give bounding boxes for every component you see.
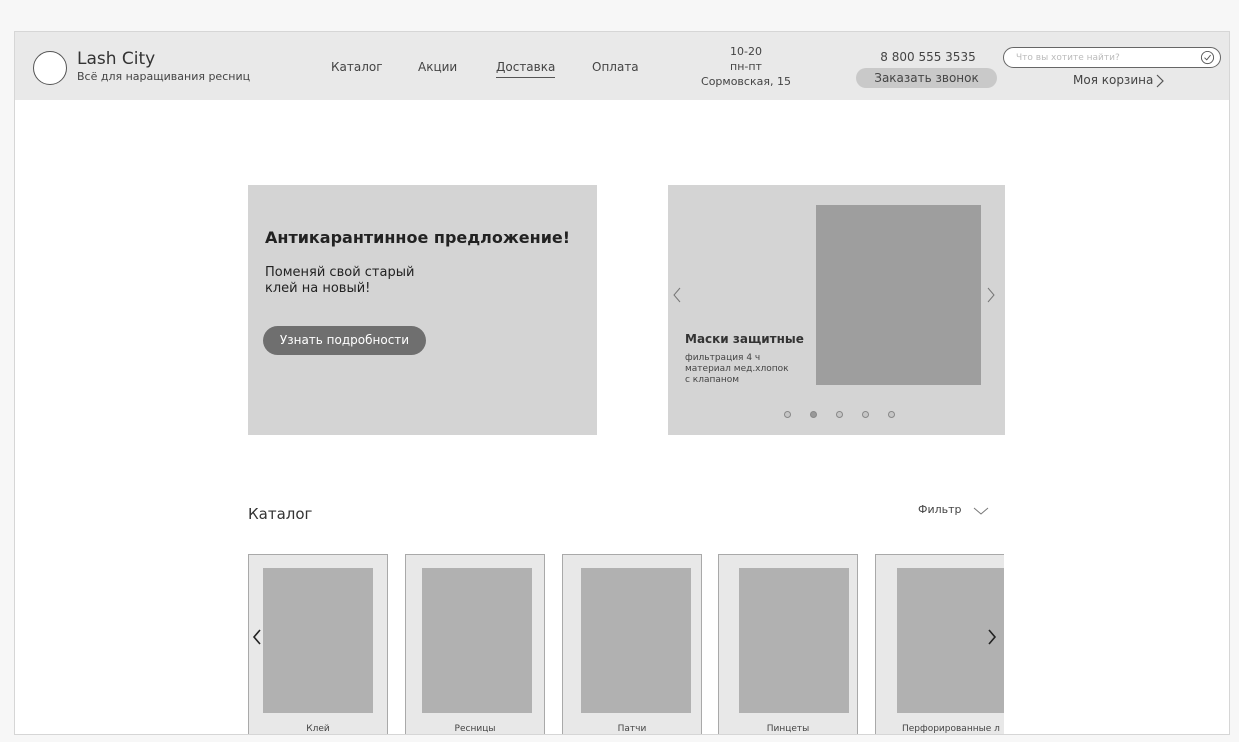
slide-title: Маски защитные <box>685 332 804 346</box>
catalog-title: Каталог <box>248 505 313 523</box>
promo-text-line: Поменяй свой старый <box>265 265 415 280</box>
card-label: Перфорированные л <box>902 724 1000 734</box>
filter-button[interactable]: Фильтр <box>918 503 962 516</box>
slider-dot[interactable] <box>888 411 895 418</box>
check-circle-icon[interactable] <box>1200 50 1215 65</box>
details-button[interactable]: Узнать подробности <box>263 326 426 355</box>
logo-icon[interactable] <box>33 51 67 85</box>
hours-time: 10-20 <box>730 45 762 58</box>
site-header: Lash City Всё для наращивания ресниц Кат… <box>15 32 1229 100</box>
slide-features: фильтрация 4 ч материал мед.хлопок с кла… <box>685 353 815 386</box>
slide-feature: с клапаном <box>685 375 740 385</box>
slider-dot[interactable] <box>784 411 791 418</box>
card-image <box>581 568 691 713</box>
nav-delivery[interactable]: Доставка <box>496 60 556 78</box>
slider-dot-active[interactable] <box>810 411 817 418</box>
card-label: Клей <box>306 724 330 734</box>
hours-days: пн-пт <box>730 60 762 73</box>
store-hours: 10-20 пн-пт Сормовская, 15 <box>685 44 807 89</box>
slide-image[interactable] <box>816 205 981 385</box>
nav-catalog[interactable]: Каталог <box>331 60 383 74</box>
slide-feature: материал мед.хлопок <box>685 364 789 374</box>
card-image <box>422 568 532 713</box>
card-image <box>263 568 373 713</box>
chevron-down-icon[interactable] <box>973 506 989 516</box>
slider-dot[interactable] <box>836 411 843 418</box>
promo-text: Поменяй свой старый клей на новый! <box>265 265 445 297</box>
catalog-card[interactable]: Пинцеты <box>718 554 858 734</box>
catalog-prev-icon[interactable] <box>252 629 262 645</box>
cart-link[interactable]: Моя корзина <box>1073 73 1153 87</box>
slider-dot[interactable] <box>862 411 869 418</box>
catalog-card[interactable]: Клей <box>248 554 388 734</box>
promo-title: Антикарантинное предложение! <box>265 228 571 247</box>
nav-payment[interactable]: Оплата <box>592 60 639 74</box>
brand-name[interactable]: Lash City <box>77 49 155 69</box>
search-input[interactable] <box>1016 50 1186 65</box>
catalog-next-icon[interactable] <box>987 629 997 645</box>
promo-banner: Антикарантинное предложение! Поменяй сво… <box>248 185 597 435</box>
brand-tagline: Всё для наращивания ресниц <box>77 70 251 83</box>
product-slider: Маски защитные фильтрация 4 ч материал м… <box>668 185 1005 435</box>
card-label: Ресницы <box>454 724 496 734</box>
catalog-carousel: Клей Ресницы Патчи Пинцеты Перфорированн… <box>248 554 1004 734</box>
slider-prev-icon[interactable] <box>672 287 682 303</box>
card-label: Пинцеты <box>766 724 810 734</box>
chevron-right-icon[interactable] <box>1155 73 1165 89</box>
promo-text-line: клей на новый! <box>265 281 371 296</box>
search-box <box>1003 47 1221 68</box>
callback-button[interactable]: Заказать звонок <box>856 68 997 88</box>
card-image <box>739 568 849 713</box>
catalog-card[interactable]: Перфорированные л <box>875 554 1004 734</box>
phone-number[interactable]: 8 800 555 3535 <box>858 50 998 64</box>
slider-next-icon[interactable] <box>986 287 996 303</box>
nav-promotions[interactable]: Акции <box>418 60 457 74</box>
card-label: Патчи <box>617 724 647 734</box>
catalog-card[interactable]: Ресницы <box>405 554 545 734</box>
slide-feature: фильтрация 4 ч <box>685 353 761 363</box>
store-address: Сормовская, 15 <box>701 75 791 88</box>
catalog-card[interactable]: Патчи <box>562 554 702 734</box>
page-frame: Lash City Всё для наращивания ресниц Кат… <box>14 31 1230 735</box>
